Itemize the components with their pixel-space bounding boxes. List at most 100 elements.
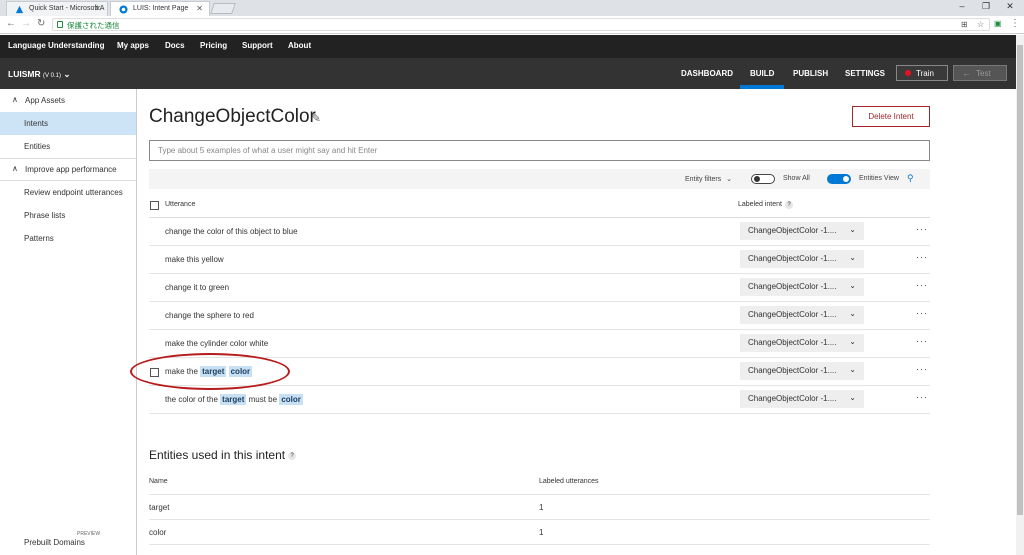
entity-name[interactable]: color — [149, 528, 166, 537]
column-header-name: Name — [149, 478, 168, 485]
entity-label[interactable]: target — [220, 394, 247, 405]
translate-icon[interactable]: ⊞ — [961, 20, 968, 29]
reload-icon[interactable]: ↻ — [37, 18, 45, 29]
help-icon[interactable]: ? — [288, 451, 297, 460]
back-icon[interactable]: ← — [6, 18, 16, 29]
sidebar-item-phrase-lists[interactable]: Phrase lists — [0, 204, 136, 227]
table-row[interactable]: change it to green ChangeObjectColor -1.… — [149, 274, 930, 302]
top-navigation: Language Understanding My apps Docs Pric… — [0, 35, 1024, 58]
entity-label[interactable]: color — [279, 394, 303, 405]
utterance-text: change it to green — [165, 283, 230, 292]
bookmark-star-icon[interactable]: ☆ — [977, 20, 984, 29]
table-row[interactable]: target 1 — [149, 495, 930, 520]
more-options-icon[interactable]: ··· — [916, 280, 928, 290]
table-row[interactable]: change the color of this object to blue … — [149, 218, 930, 246]
page-scrollbar[interactable] — [1016, 35, 1024, 555]
sidebar-item-prebuilt-domains[interactable]: Prebuilt Domains — [24, 538, 85, 547]
entity-name[interactable]: target — [149, 503, 169, 512]
table-row[interactable]: color 1 — [149, 520, 930, 545]
utterance-text: the color of the target must be color — [165, 394, 303, 405]
close-icon[interactable]: ✕ — [196, 4, 203, 13]
nav-about[interactable]: About — [288, 41, 311, 50]
sidebar-section-improve[interactable]: ∧ Improve app performance — [0, 158, 137, 180]
lock-icon — [57, 21, 63, 28]
sidebar-item-patterns[interactable]: Patterns — [0, 227, 136, 250]
table-row[interactable]: make this yellow ChangeObjectColor -1...… — [149, 246, 930, 274]
status-dot-icon — [905, 70, 911, 76]
new-tab-button[interactable] — [209, 3, 237, 14]
table-row[interactable]: the color of the target must be color Ch… — [149, 386, 930, 414]
sidebar-item-review-endpoint[interactable]: Review endpoint utterances — [0, 181, 136, 204]
utterance-table-header: Utterance Labeled intent? — [149, 195, 930, 218]
test-label: Test — [976, 69, 991, 78]
entities-view-toggle[interactable] — [827, 174, 851, 184]
entities-section-title: Entities used in this intent? — [149, 448, 297, 462]
nav-pricing[interactable]: Pricing — [200, 41, 227, 50]
intent-value: ChangeObjectColor -1.... — [748, 282, 837, 291]
test-button[interactable]: ← Test — [953, 65, 1007, 81]
more-options-icon[interactable]: ··· — [916, 392, 928, 402]
utterance-text: change the color of this object to blue — [165, 227, 298, 236]
delete-intent-button[interactable]: Delete Intent — [852, 106, 930, 127]
help-icon[interactable]: ? — [784, 201, 793, 209]
close-window-icon[interactable]: ✕ — [1000, 1, 1020, 12]
select-all-checkbox[interactable] — [150, 201, 159, 210]
labeled-intent-dropdown[interactable]: ChangeObjectColor -1.... ⌄ — [740, 362, 864, 380]
chevron-down-icon: ⌄ — [849, 309, 856, 318]
labeled-intent-dropdown[interactable]: ChangeObjectColor -1.... ⌄ — [740, 222, 864, 240]
browser-menu-icon[interactable]: ⋮ — [1010, 18, 1020, 29]
app-subnav: LUISMR (V 0.1) ⌄ DASHBOARD BUILD PUBLISH… — [0, 58, 1024, 89]
chevron-down-icon: ⌄ — [63, 69, 71, 79]
sidebar-item-intents[interactable]: Intents — [0, 112, 136, 135]
more-options-icon[interactable]: ··· — [916, 336, 928, 346]
app-selector[interactable]: LUISMR (V 0.1) ⌄ — [8, 69, 70, 80]
chevron-down-icon: ⌄ — [849, 225, 856, 234]
more-options-icon[interactable]: ··· — [916, 364, 928, 374]
column-header-labeled-utterances: Labeled utterances — [539, 478, 599, 485]
utterance-fragment: the color of the — [165, 395, 218, 404]
close-icon[interactable]: ✕ — [94, 4, 101, 13]
edit-pencil-icon[interactable]: ✎ — [311, 111, 321, 125]
more-options-icon[interactable]: ··· — [916, 224, 928, 234]
tab-build[interactable]: BUILD — [750, 69, 774, 78]
forward-icon[interactable]: → — [21, 18, 31, 29]
address-bar[interactable]: 保護された通信 ⊞ ☆ — [52, 18, 990, 31]
more-options-icon[interactable]: ··· — [916, 308, 928, 318]
column-header-labeled-intent: Labeled intent? — [738, 201, 793, 209]
brand-link[interactable]: Language Understanding — [8, 41, 104, 50]
entity-filters-dropdown[interactable]: Entity filters ⌄ — [685, 175, 732, 183]
labeled-intent-dropdown[interactable]: ChangeObjectColor -1.... ⌄ — [740, 390, 864, 408]
tab-publish[interactable]: PUBLISH — [793, 69, 828, 78]
browser-tab-luis[interactable]: LUIS: Intent Page ✕ — [110, 1, 210, 16]
show-all-label: Show All — [783, 175, 810, 182]
show-all-toggle[interactable] — [751, 174, 775, 184]
sidebar-item-entities[interactable]: Entities — [0, 135, 136, 158]
nav-my-apps[interactable]: My apps — [117, 41, 149, 50]
scrollbar-thumb[interactable] — [1017, 45, 1023, 515]
utterance-input[interactable] — [149, 140, 930, 161]
intent-value: ChangeObjectColor -1.... — [748, 338, 837, 347]
table-row[interactable]: make the cylinder color white ChangeObje… — [149, 330, 930, 358]
labeled-intent-dropdown[interactable]: ChangeObjectColor -1.... ⌄ — [740, 306, 864, 324]
labeled-intent-dropdown[interactable]: ChangeObjectColor -1.... ⌄ — [740, 334, 864, 352]
maximize-icon[interactable]: ❐ — [976, 1, 996, 12]
browser-tab-quick-start[interactable]: Quick Start - Microsoft A ✕ — [6, 1, 108, 16]
tab-dashboard[interactable]: DASHBOARD — [681, 69, 733, 78]
toggle-knob — [754, 176, 760, 182]
column-header-utterance: Utterance — [165, 201, 196, 208]
intent-value: ChangeObjectColor -1.... — [748, 226, 837, 235]
labeled-intent-dropdown[interactable]: ChangeObjectColor -1.... ⌄ — [740, 278, 864, 296]
nav-docs[interactable]: Docs — [165, 41, 185, 50]
table-row[interactable]: change the sphere to red ChangeObjectCol… — [149, 302, 930, 330]
sidebar-section-app-assets[interactable]: ∧ App Assets — [0, 89, 137, 111]
search-icon[interactable]: ⚲ — [907, 173, 914, 184]
chevron-down-icon: ⌄ — [726, 176, 733, 183]
labeled-intent-dropdown[interactable]: ChangeObjectColor -1.... ⌄ — [740, 250, 864, 268]
extension-icon[interactable]: ▣ — [994, 19, 1002, 28]
train-button[interactable]: Train — [896, 65, 948, 81]
tab-settings[interactable]: SETTINGS — [845, 69, 885, 78]
chevron-down-icon: ⌄ — [849, 253, 856, 262]
nav-support[interactable]: Support — [242, 41, 273, 50]
minimize-icon[interactable]: – — [952, 1, 972, 11]
more-options-icon[interactable]: ··· — [916, 252, 928, 262]
